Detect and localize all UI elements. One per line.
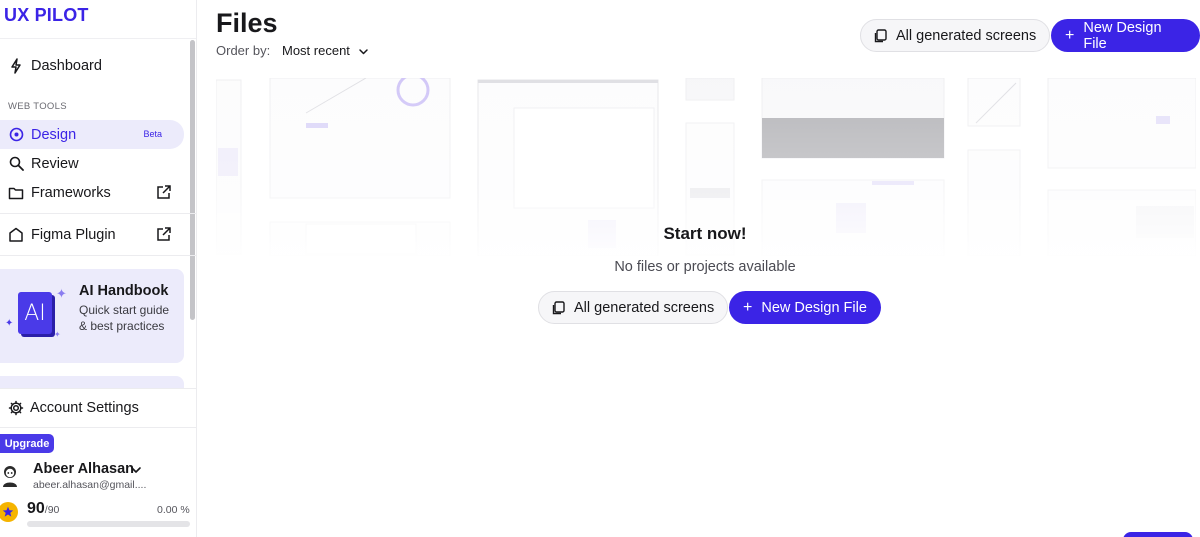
button-label: New Design File <box>1083 19 1162 52</box>
credits-icon <box>0 502 18 522</box>
chevron-down-icon[interactable] <box>130 463 142 475</box>
section-label-web-tools: WEB TOOLS <box>8 101 67 112</box>
screens-icon <box>552 300 566 315</box>
avatar[interactable] <box>0 463 20 487</box>
button-label: All generated screens <box>574 299 715 316</box>
button-label: New Design File <box>761 299 867 316</box>
user-name[interactable]: Abeer Alhasan <box>33 461 134 477</box>
book-icon: AI <box>18 292 52 334</box>
new-design-file-button[interactable]: + New Design File <box>729 291 881 324</box>
chevron-down-icon <box>358 45 369 56</box>
sidebar-item-label: Design <box>31 126 77 143</box>
sidebar-item-label: Review <box>31 155 79 172</box>
account-settings-button[interactable]: Account Settings <box>0 388 196 428</box>
app-logo[interactable]: UX PILOT <box>4 5 89 26</box>
credits-progress-bar <box>27 521 190 527</box>
gear-icon <box>8 400 24 416</box>
external-link-icon <box>155 184 172 201</box>
upgrade-button[interactable]: Upgrade <box>0 434 54 453</box>
target-icon <box>8 127 24 143</box>
logo-divider <box>0 38 196 39</box>
ai-handbook-card[interactable]: AI ✦ ✦ ✦ AI Handbook Quick start guide &… <box>0 269 184 363</box>
account-settings-label: Account Settings <box>30 400 139 416</box>
sidebar-item-label: Frameworks <box>31 184 111 201</box>
beta-badge: Beta <box>143 129 162 139</box>
handbook-description: Quick start guide & best practices <box>79 303 170 333</box>
sidebar-divider <box>0 255 196 256</box>
order-by-label: Order by: <box>216 43 271 58</box>
frameworks-icon <box>8 185 24 201</box>
sidebar-item-design[interactable]: Design Beta <box>0 120 184 149</box>
page-title: Files <box>216 8 278 38</box>
plus-icon: + <box>1065 26 1075 44</box>
button-label: All generated screens <box>896 27 1037 44</box>
empty-state-message: No files or projects available <box>614 259 796 275</box>
sparkle-icon: ✦ <box>54 330 61 339</box>
sidebar-scrollbar[interactable] <box>190 40 195 320</box>
sparkle-icon: ✦ <box>5 318 14 329</box>
lightning-icon <box>8 57 24 74</box>
floating-action-button[interactable] <box>1123 532 1193 537</box>
screens-icon <box>874 28 888 43</box>
plus-icon: + <box>743 298 753 316</box>
all-generated-screens-button[interactable]: All generated screens <box>860 19 1051 52</box>
sparkle-icon: ✦ <box>56 286 67 301</box>
sidebar-item-dashboard[interactable]: Dashboard <box>0 51 184 80</box>
sidebar-divider <box>0 213 196 214</box>
order-by-select[interactable]: Most recent <box>282 41 369 59</box>
search-icon <box>8 156 24 172</box>
new-design-file-button[interactable]: + New Design File <box>1051 19 1200 52</box>
empty-state-title: Start now! <box>663 224 747 243</box>
all-generated-screens-button[interactable]: All generated screens <box>538 291 729 324</box>
order-by-value: Most recent <box>282 42 350 58</box>
credits-count: 90/90 <box>27 500 60 517</box>
handbook-title: AI Handbook <box>79 283 169 299</box>
sidebar-item-review[interactable]: Review <box>0 149 184 178</box>
credits-percent: 0.00 % <box>157 504 190 516</box>
user-email: abeer.alhasan@gmail.... <box>33 479 147 491</box>
sidebar-item-frameworks[interactable]: Frameworks <box>0 178 184 207</box>
sidebar-item-label: Dashboard <box>31 57 102 74</box>
